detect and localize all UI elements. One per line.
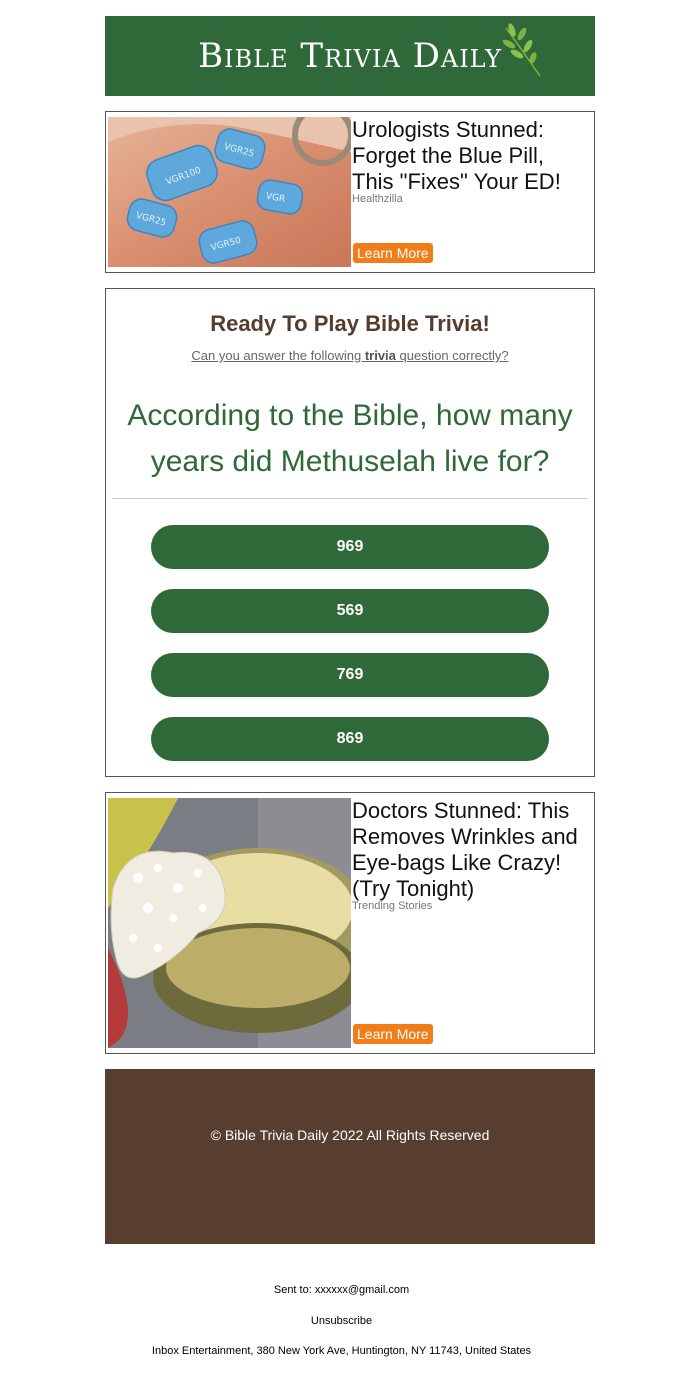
sponsored-ad-2[interactable]: Doctors Stunned: This Removes Wrinkles a… xyxy=(105,792,595,1054)
ad-headline[interactable]: Doctors Stunned: This Removes Wrinkles a… xyxy=(352,798,590,912)
answer-button-2[interactable]: 569 xyxy=(151,589,549,633)
sender-address: Inbox Entertainment, 380 New York Ave, H… xyxy=(151,1345,532,1357)
trivia-card: Ready To Play Bible Trivia! Can you answ… xyxy=(105,288,595,777)
trivia-subtitle-suffix: question correctly? xyxy=(395,348,509,363)
answer-button-1[interactable]: 969 xyxy=(151,525,549,569)
answer-button-4[interactable]: 869 xyxy=(151,717,549,761)
olive-branch-icon xyxy=(502,23,541,77)
unsubscribe-link[interactable]: Unsubscribe xyxy=(0,1315,683,1327)
ad-image-scrub-jar[interactable] xyxy=(108,798,351,1048)
ad-headline-text[interactable]: Urologists Stunned: Forget the Blue Pill… xyxy=(352,117,561,194)
answer-button-3[interactable]: 769 xyxy=(151,653,549,697)
header-banner[interactable]: Bible Trivia Daily xyxy=(105,16,595,96)
ad-source: Trending Stories xyxy=(352,900,433,912)
learn-more-button[interactable]: Learn More xyxy=(353,243,433,263)
ad-source: Healthzilla xyxy=(352,193,403,205)
trivia-subtitle-bold: trivia xyxy=(364,348,396,363)
learn-more-button[interactable]: Learn More xyxy=(353,1024,433,1044)
ad-headline-text[interactable]: Doctors Stunned: This Removes Wrinkles a… xyxy=(352,798,578,901)
email-page: Bible Trivia Daily VGR100 VGR25 VGR VGR2… xyxy=(0,0,683,1398)
trivia-subtitle[interactable]: Can you answer the following trivia ques… xyxy=(106,348,594,363)
logo: Bible Trivia Daily xyxy=(198,23,541,77)
divider xyxy=(112,498,588,499)
footer-banner: © Bible Trivia Daily 2022 All Rights Res… xyxy=(105,1069,595,1244)
logo-text: Bible Trivia Daily xyxy=(198,36,502,76)
copyright-text: © Bible Trivia Daily 2022 All Rights Res… xyxy=(210,1127,490,1143)
trivia-question: According to the Bible, how many years d… xyxy=(127,399,573,478)
ad-headline[interactable]: Urologists Stunned: Forget the Blue Pill… xyxy=(352,117,590,205)
ad-image-pills[interactable]: VGR100 VGR25 VGR VGR25 VGR50 xyxy=(108,117,351,267)
trivia-subtitle-prefix: Can you answer the following xyxy=(191,348,365,363)
sponsored-ad-1[interactable]: VGR100 VGR25 VGR VGR25 VGR50 Urologists … xyxy=(105,111,595,273)
sent-to-text: Sent to: xxxxxx@gmail.com xyxy=(273,1284,410,1296)
trivia-heading: Ready To Play Bible Trivia! xyxy=(210,311,490,336)
